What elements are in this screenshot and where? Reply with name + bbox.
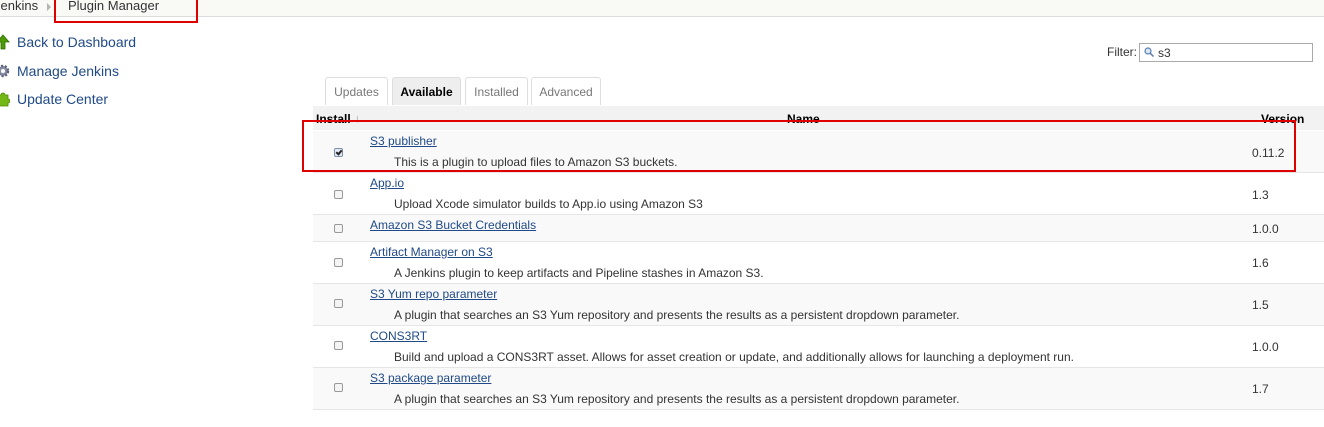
filter-field[interactable] bbox=[1139, 43, 1313, 62]
table-row: CONS3RT Build and upload a CONS3RT asset… bbox=[313, 326, 1324, 368]
puzzle-icon bbox=[0, 92, 10, 107]
breadcrumb-separator-icon bbox=[47, 3, 51, 11]
plugin-name-link[interactable]: S3 Yum repo parameter bbox=[370, 287, 497, 301]
install-checkbox[interactable] bbox=[334, 190, 343, 199]
sidebar-item-label: Back to Dashboard bbox=[17, 34, 137, 50]
plugin-version: 1.5 bbox=[1252, 298, 1269, 312]
up-arrow-icon bbox=[0, 34, 10, 50]
table-row: Amazon S3 Bucket Credentials 1.0.0 bbox=[313, 215, 1324, 242]
tab-installed[interactable]: Installed bbox=[465, 77, 528, 105]
plugin-name-link[interactable]: CONS3RT bbox=[370, 329, 427, 343]
column-header-install[interactable]: Install bbox=[316, 112, 351, 126]
plugin-description: A plugin that searches an S3 Yum reposit… bbox=[394, 308, 960, 322]
plugin-version: 1.3 bbox=[1252, 188, 1269, 202]
column-header-version[interactable]: Version bbox=[1261, 112, 1304, 126]
plugin-description: This is a plugin to upload files to Amaz… bbox=[394, 155, 678, 169]
plugin-name-link[interactable]: Amazon S3 Bucket Credentials bbox=[370, 218, 536, 232]
search-icon bbox=[1144, 47, 1154, 57]
table-row: S3 publisher This is a plugin to upload … bbox=[313, 131, 1324, 173]
plugin-name-link[interactable]: S3 publisher bbox=[370, 134, 437, 148]
install-checkbox[interactable] bbox=[334, 299, 343, 308]
plugins-table-header: Install ↓ Name Version bbox=[313, 106, 1324, 130]
plugin-description: Build and upload a CONS3RT asset. Allows… bbox=[394, 350, 1074, 364]
tab-advanced[interactable]: Advanced bbox=[531, 77, 601, 105]
plugin-name-link[interactable]: App.io bbox=[370, 176, 404, 190]
breadcrumb-plugin-manager-link[interactable]: Plugin Manager bbox=[68, 0, 159, 14]
plugin-name-link[interactable]: Artifact Manager on S3 bbox=[370, 245, 493, 259]
install-checkbox[interactable] bbox=[334, 148, 343, 157]
plugin-version: 1.6 bbox=[1252, 256, 1269, 270]
install-checkbox[interactable] bbox=[334, 383, 343, 392]
breadcrumb: Jenkins Plugin Manager bbox=[0, 0, 1324, 17]
plugin-version: 1.7 bbox=[1252, 382, 1269, 396]
plugin-version: 1.0.0 bbox=[1252, 340, 1279, 354]
tab-available[interactable]: Available bbox=[392, 77, 461, 105]
plugin-name-link[interactable]: S3 package parameter bbox=[370, 371, 491, 385]
plugin-description: A Jenkins plugin to keep artifacts and P… bbox=[394, 266, 764, 280]
column-header-name[interactable]: Name bbox=[787, 112, 820, 126]
plugin-version: 1.0.0 bbox=[1252, 222, 1279, 236]
table-row: S3 Yum repo parameter A plugin that sear… bbox=[313, 284, 1324, 326]
filter-input[interactable] bbox=[1158, 44, 1308, 61]
tab-updates[interactable]: Updates bbox=[325, 77, 388, 105]
sidebar-item-label: Update Center bbox=[17, 91, 109, 107]
install-checkbox[interactable] bbox=[334, 224, 343, 233]
sort-arrow-icon[interactable]: ↓ bbox=[355, 113, 361, 125]
table-row: App.io Upload Xcode simulator builds to … bbox=[313, 173, 1324, 215]
table-row: S3 package parameter A plugin that searc… bbox=[313, 368, 1324, 410]
sidebar-item-label: Manage Jenkins bbox=[17, 63, 119, 79]
gear-icon bbox=[0, 64, 10, 78]
plugin-description: Upload Xcode simulator builds to App.io … bbox=[394, 197, 703, 211]
table-row: Artifact Manager on S3 A Jenkins plugin … bbox=[313, 242, 1324, 284]
install-checkbox[interactable] bbox=[334, 341, 343, 350]
install-checkbox[interactable] bbox=[334, 258, 343, 267]
breadcrumb-jenkins-link[interactable]: Jenkins bbox=[0, 0, 38, 14]
plugin-version: 0.11.2 bbox=[1252, 146, 1285, 160]
filter-label: Filter: bbox=[1107, 45, 1137, 59]
plugin-description: A plugin that searches an S3 Yum reposit… bbox=[394, 392, 960, 406]
